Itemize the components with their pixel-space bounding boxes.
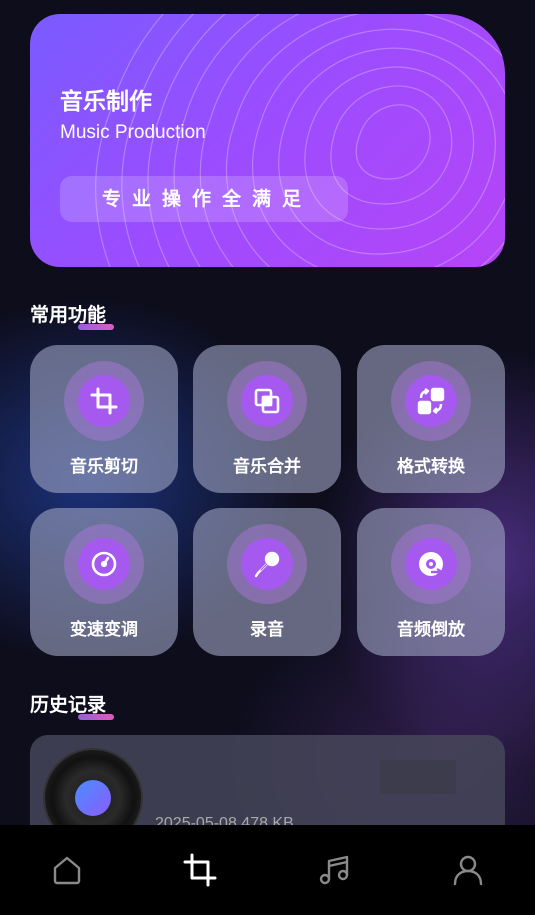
banner-slogan: 专业操作全满足 [60,176,348,222]
tile-music-merge[interactable]: 音乐合并 [193,345,341,493]
tile-halo [391,524,471,604]
tile-halo [227,524,307,604]
banner-subtitle: Music Production [60,122,206,143]
merge-icon [241,375,293,427]
tile-music-cut[interactable]: 音乐剪切 [30,345,178,493]
speed-dial-icon [78,538,130,590]
tile-label: 音乐剪切 [70,457,138,477]
tile-label: 格式转换 [397,457,465,477]
tile-speed-pitch[interactable]: 变速变调 [30,508,178,656]
profile-icon [453,855,483,886]
common-functions-heading: 常用功能 [30,300,114,330]
music-production-banner[interactable]: 音乐制作 Music Production 专业操作全满足 [30,14,505,267]
convert-icon [405,375,457,427]
tile-label: 录音 [250,620,284,640]
nav-tools[interactable] [170,845,230,895]
tile-record[interactable]: 录音 [193,508,341,656]
history-title: 历史记录 [30,694,107,716]
nav-profile[interactable] [438,845,498,895]
reverse-disc-icon [405,538,457,590]
common-functions-title: 常用功能 [30,304,107,326]
nav-music[interactable] [304,845,364,895]
nav-home[interactable] [37,845,97,895]
crop-icon [78,375,130,427]
history-heading: 历史记录 [30,690,114,720]
tile-label: 音乐合并 [233,457,301,477]
home-icon [53,856,81,885]
tile-label: 变速变调 [70,620,138,640]
crop-icon [183,853,217,887]
tile-format-convert[interactable]: 格式转换 [357,345,505,493]
tile-halo [64,524,144,604]
music-note-icon [319,855,349,885]
bottom-navigation [0,825,535,915]
tile-label: 音频倒放 [397,620,465,640]
history-item-name-placeholder [380,760,456,794]
vinyl-label [75,780,111,816]
microphone-icon [241,538,293,590]
tile-halo [227,361,307,441]
banner-title: 音乐制作 [60,89,152,115]
tile-halo [64,361,144,441]
tile-halo [391,361,471,441]
tile-audio-reverse[interactable]: 音频倒放 [357,508,505,656]
